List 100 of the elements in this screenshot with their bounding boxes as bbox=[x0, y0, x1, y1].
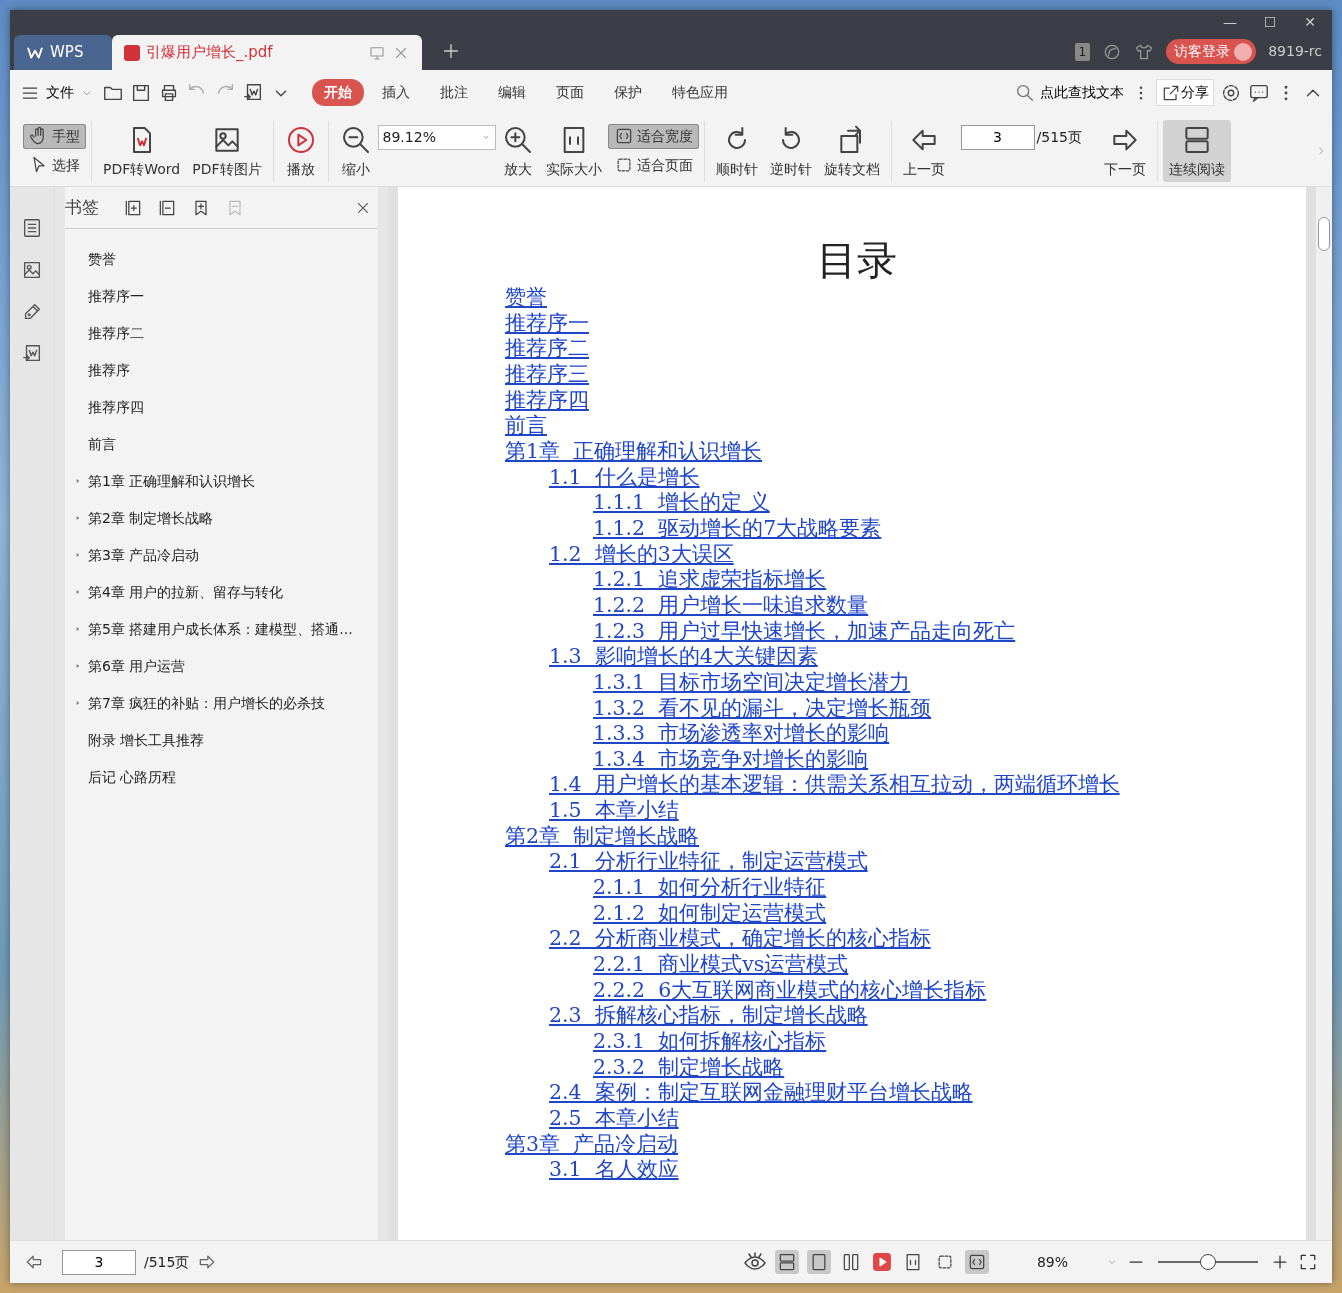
bookmark-item[interactable]: 赞誉 bbox=[65, 241, 378, 278]
scrollbar[interactable] bbox=[1316, 187, 1332, 1240]
bookmark-item[interactable]: 推荐序 bbox=[65, 352, 378, 389]
page-field[interactable]: 3 bbox=[960, 124, 1035, 150]
toc-link[interactable]: 第1章 正确理解和认识增长 bbox=[505, 438, 763, 465]
file-menu[interactable]: 文件 bbox=[18, 80, 96, 105]
fullscreen-icon[interactable] bbox=[1298, 1252, 1318, 1272]
page-field[interactable]: 3 bbox=[62, 1249, 136, 1275]
toc-link[interactable]: 推荐序一 bbox=[505, 310, 589, 337]
pdf-icon bbox=[124, 44, 140, 61]
toc-link[interactable]: 2.1 分析行业特征，制定运营模式 bbox=[549, 849, 868, 876]
toc-link[interactable]: 3.1 名人效应 bbox=[549, 1157, 679, 1183]
toc-link[interactable]: 2.4 案例：制定互联网金融理财平台增长战略 bbox=[549, 1080, 973, 1106]
bookmark-item[interactable]: 附录 增长工具推荐 bbox=[65, 722, 378, 759]
bookmark-item[interactable]: 后记 心路历程 bbox=[65, 759, 378, 796]
toolbar-button[interactable]: 旋转文档 bbox=[817, 119, 886, 182]
close-button[interactable]: ✕ bbox=[1292, 10, 1328, 33]
toc-link[interactable]: 推荐序二 bbox=[505, 336, 589, 362]
toc-link[interactable]: 第3章 产品冷启动 bbox=[505, 1131, 679, 1158]
tool-button[interactable]: 适合页面 bbox=[607, 152, 699, 178]
tool-button[interactable]: 手型 bbox=[23, 123, 86, 149]
document-tab[interactable]: WPS bbox=[14, 35, 112, 70]
toc-link[interactable]: 2.3 拆解核心指标，制定增长战略 bbox=[549, 1003, 868, 1030]
toc-link[interactable]: 1.2 增长的3大误区 bbox=[549, 541, 734, 568]
play-icon[interactable] bbox=[870, 1251, 893, 1273]
picture-icon[interactable] bbox=[21, 259, 43, 281]
bookmark-item[interactable]: 第4章 用户的拉新、留存与转化 bbox=[65, 574, 378, 611]
view-mode-button[interactable] bbox=[806, 1250, 831, 1274]
ribbon-tab[interactable]: 插入 bbox=[370, 79, 422, 106]
minimize-button[interactable]: — bbox=[1212, 10, 1248, 33]
toc-link[interactable]: 赞誉 bbox=[505, 285, 547, 311]
toc-link[interactable]: 2.3.2 制定增长战略 bbox=[593, 1054, 785, 1081]
toc-link[interactable]: 1.2.1 追求虚荣指标增长 bbox=[593, 567, 827, 593]
ribbon-tab[interactable]: 批注 bbox=[428, 79, 480, 106]
bookmark-item[interactable]: 推荐序一 bbox=[65, 278, 378, 315]
bookmark-item[interactable]: 推荐序四 bbox=[65, 389, 378, 426]
page-total: /515页 bbox=[144, 1252, 190, 1272]
toc-link[interactable]: 2.1.2 如何制定运营模式 bbox=[593, 900, 827, 927]
toc-link[interactable]: 1.3 影响增长的4大关键因素 bbox=[549, 644, 818, 670]
toc-link[interactable]: 1.2.3 用户过早快速增长，加速产品走向死亡 bbox=[593, 618, 1016, 645]
view-mode-button[interactable] bbox=[774, 1250, 799, 1274]
toolbar-button[interactable]: 实际大小 bbox=[539, 119, 608, 182]
toc-link[interactable]: 1.2.2 用户增长一味追求数量 bbox=[593, 592, 869, 619]
bookmark-item[interactable]: 第1章 正确理解和认识增长 bbox=[65, 463, 378, 500]
toc-link[interactable]: 推荐序四 bbox=[505, 387, 589, 414]
toc-link[interactable]: 1.5 本章小结 bbox=[549, 798, 679, 824]
toc-link[interactable]: 1.3.1 目标市场空间决定增长潜力 bbox=[593, 669, 911, 696]
toolbar-button[interactable]: 下一页 bbox=[1098, 119, 1152, 182]
toc-link[interactable]: 2.2.1 商业模式vs运营模式 bbox=[593, 952, 849, 978]
toolbar-button[interactable]: PDF转图片 bbox=[186, 119, 268, 182]
bookmark-item[interactable]: 第3章 产品冷启动 bbox=[65, 537, 378, 574]
user-name: 8919-rc bbox=[1268, 42, 1322, 61]
bookmark-item[interactable]: 第2章 制定增长战略 bbox=[65, 500, 378, 537]
search-button[interactable]: 点此查找文本 bbox=[1012, 79, 1126, 106]
toolbar-button[interactable]: 连续阅读 bbox=[1163, 119, 1231, 182]
toc-link[interactable]: 1.1 什么是增长 bbox=[549, 464, 700, 491]
toolbar-button[interactable]: 缩小 bbox=[333, 119, 378, 182]
ribbon-tab[interactable]: 编辑 bbox=[486, 79, 538, 106]
bookmark-item[interactable]: 第7章 疯狂的补贴：用户增长的必杀技 bbox=[65, 685, 378, 722]
login-button[interactable]: 访客登录 bbox=[1166, 39, 1257, 64]
bookmark-item[interactable]: 前言 bbox=[65, 426, 378, 463]
toolbar-button[interactable]: 上一页 bbox=[896, 119, 951, 182]
tool-button[interactable]: 选择 bbox=[23, 152, 86, 178]
toc-link[interactable]: 1.4 用户增长的基本逻辑：供需关系相互拉动，两端循环增长 bbox=[549, 772, 1120, 799]
toc-link[interactable]: 2.3.1 如何拆解核心指标 bbox=[593, 1029, 827, 1055]
ribbon-tab[interactable]: 特色应用 bbox=[660, 79, 740, 106]
ribbon-tab[interactable]: 开始 bbox=[312, 79, 364, 106]
toolbar-button[interactable]: 放大 bbox=[495, 119, 540, 182]
ribbon-tab[interactable]: 页面 bbox=[544, 79, 596, 106]
toc-link[interactable]: 1.3.4 市场竞争对增长的影响 bbox=[593, 746, 869, 773]
document-tab[interactable]: 引爆用户增长_.pdf bbox=[112, 35, 422, 70]
bookmark-item[interactable]: 第6章 用户运营 bbox=[65, 648, 378, 685]
page-title: 目录 bbox=[816, 236, 898, 285]
scroll-thumb[interactable] bbox=[1318, 217, 1330, 251]
toc-link[interactable]: 2.2.2 6大互联网商业模式的核心增长指标 bbox=[593, 977, 987, 1004]
toc-link[interactable]: 2.5 本章小结 bbox=[549, 1106, 679, 1132]
bookmark-item[interactable]: 第5章 搭建用户成长体系：建模型、搭通... bbox=[65, 611, 378, 648]
toc-link[interactable]: 前言 bbox=[505, 413, 547, 439]
bookmark-item[interactable]: 推荐序二 bbox=[65, 315, 378, 352]
toolbar-button[interactable]: PDF转Word bbox=[97, 119, 187, 182]
toc-link[interactable]: 2.2 分析商业模式，确定增长的核心指标 bbox=[549, 926, 931, 953]
ribbon-tab[interactable]: 保护 bbox=[602, 79, 654, 106]
toolbar-button[interactable]: 顺时针 bbox=[709, 119, 764, 182]
tool-button[interactable]: 适合宽度 bbox=[607, 123, 699, 149]
toc-link[interactable]: 1.3.2 看不见的漏斗，决定增长瓶颈 bbox=[593, 695, 932, 722]
outline-icon[interactable] bbox=[21, 217, 43, 239]
maximize-button[interactable]: ☐ bbox=[1252, 10, 1288, 33]
fit-mode-button[interactable] bbox=[964, 1250, 989, 1274]
zoom-level: 89% bbox=[1036, 1252, 1068, 1272]
toc-link[interactable]: 推荐序三 bbox=[505, 361, 589, 388]
toolbar-button[interactable]: 逆时针 bbox=[763, 119, 818, 182]
toc-link[interactable]: 1.3.3 市场渗透率对增长的影响 bbox=[593, 721, 890, 747]
zoom-combo[interactable]: 89.12% bbox=[377, 124, 496, 150]
toolbar-button[interactable]: 播放 bbox=[278, 119, 323, 182]
toc-link[interactable]: 2.1.1 如何分析行业特征 bbox=[593, 875, 827, 901]
toc-link[interactable]: 1.1.2 驱动增长的7大战略要素 bbox=[593, 515, 882, 542]
share-button[interactable]: 分享 bbox=[1156, 79, 1214, 106]
toc-link[interactable]: 第2章 制定增长战略 bbox=[505, 823, 700, 850]
toc-link[interactable]: 1.1.1 增长的定 义 bbox=[593, 490, 770, 516]
slider-thumb[interactable] bbox=[1200, 1254, 1216, 1270]
